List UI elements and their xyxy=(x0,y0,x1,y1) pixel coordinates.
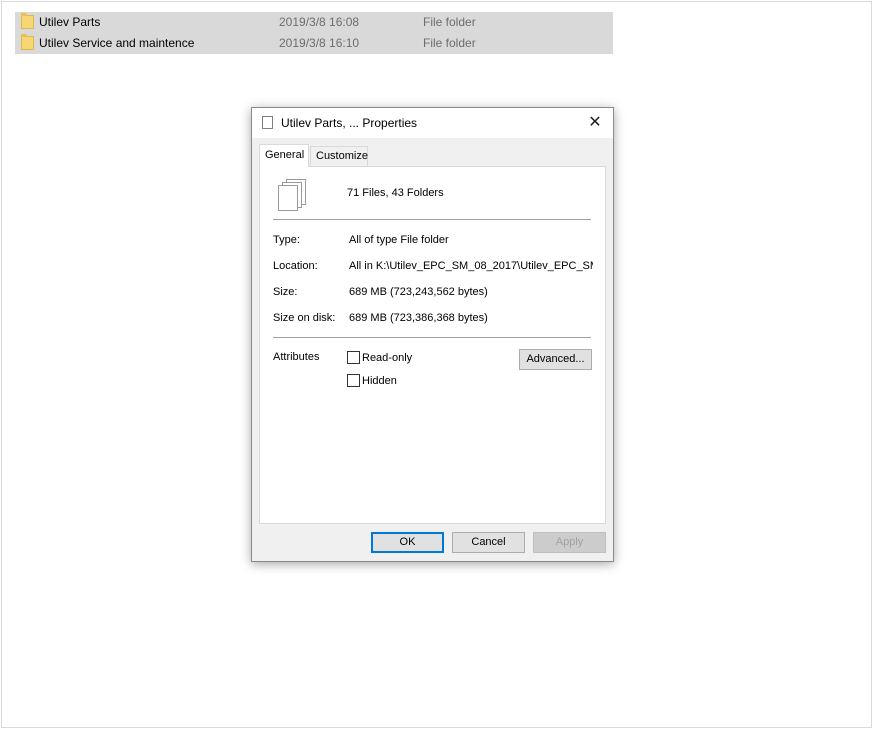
file-row-utilev-parts[interactable]: Utilev Parts 2019/3/8 16:08 File folder xyxy=(15,12,613,33)
tab-general[interactable]: General xyxy=(259,144,309,167)
attributes-label: Attributes xyxy=(273,351,320,363)
readonly-label[interactable]: Read-only xyxy=(362,352,412,364)
type-label: Type: xyxy=(273,234,300,246)
file-name: Utilev Service and maintence xyxy=(39,36,195,50)
dialog-titlebar[interactable]: Utilev Parts, ... Properties ✕ xyxy=(252,108,613,138)
location-label: Location: xyxy=(273,260,318,272)
type-value: All of type File folder xyxy=(349,234,449,246)
location-value: All in K:\Utilev_EPC_SM_08_2017\Utilev_E… xyxy=(349,260,593,272)
hidden-checkbox[interactable] xyxy=(347,374,360,387)
multiple-files-icon xyxy=(276,179,306,213)
size-value: 689 MB (723,243,562 bytes) xyxy=(349,286,488,298)
hidden-label[interactable]: Hidden xyxy=(362,375,397,387)
apply-button[interactable]: Apply xyxy=(533,532,606,553)
divider xyxy=(273,337,591,338)
file-date: 2019/3/8 16:08 xyxy=(279,15,360,29)
file-date: 2019/3/8 16:10 xyxy=(279,36,360,50)
folder-icon xyxy=(21,34,34,50)
size-label: Size: xyxy=(273,286,298,298)
file-row-utilev-service[interactable]: Utilev Service and maintence 2019/3/8 16… xyxy=(15,33,613,54)
general-panel: 71 Files, 43 Folders Type: All of type F… xyxy=(259,166,606,524)
size-on-disk-label: Size on disk: xyxy=(273,312,336,324)
readonly-checkbox[interactable] xyxy=(347,351,360,364)
tab-customize[interactable]: Customize xyxy=(310,146,368,166)
folder-icon xyxy=(21,13,34,29)
documents-icon xyxy=(262,113,276,129)
advanced-button[interactable]: Advanced... xyxy=(519,349,592,370)
file-type: File folder xyxy=(423,15,476,29)
dialog-title: Utilev Parts, ... Properties xyxy=(281,116,418,130)
ok-button[interactable]: OK xyxy=(371,532,444,553)
selection-summary: 71 Files, 43 Folders xyxy=(347,187,444,199)
file-name: Utilev Parts xyxy=(39,15,101,29)
cancel-button[interactable]: Cancel xyxy=(452,532,525,553)
size-on-disk-value: 689 MB (723,386,368 bytes) xyxy=(349,312,488,324)
divider xyxy=(273,219,591,220)
file-type: File folder xyxy=(423,36,476,50)
file-list: Utilev Parts 2019/3/8 16:08 File folder … xyxy=(15,12,613,54)
properties-dialog: Utilev Parts, ... Properties ✕ General C… xyxy=(251,107,614,562)
close-button[interactable]: ✕ xyxy=(577,108,613,138)
